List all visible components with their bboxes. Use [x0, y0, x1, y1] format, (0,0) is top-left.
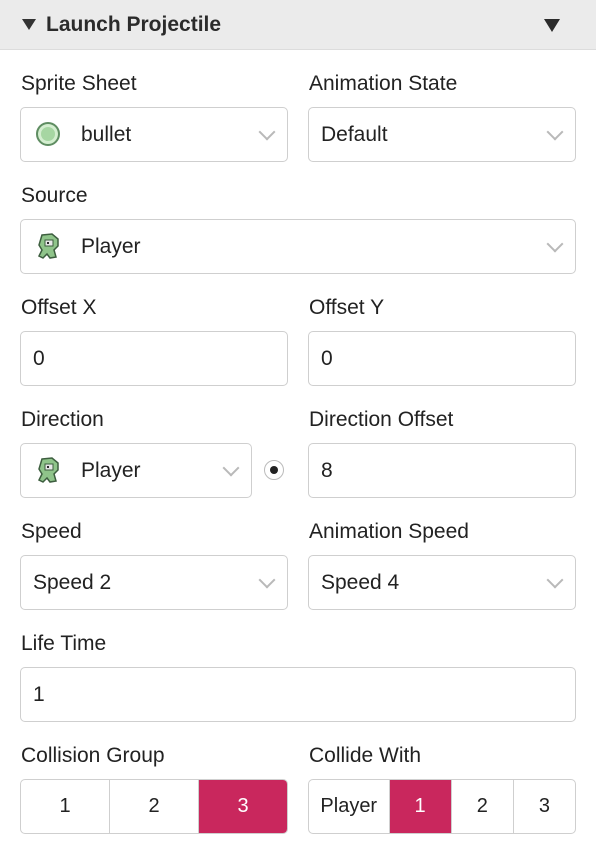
sprite-sheet-select[interactable]: bullet [20, 107, 288, 162]
offset-x-input[interactable]: 0 [20, 331, 288, 386]
direction-offset-input[interactable]: 8 [308, 443, 576, 498]
collision-group-segmented[interactable]: 1 2 3 [20, 779, 288, 834]
speed-value: Speed 2 [33, 571, 112, 594]
offset-x-value: 0 [33, 347, 45, 370]
source-select[interactable]: Player [20, 219, 576, 274]
collision-group-option-1[interactable]: 1 [21, 780, 109, 833]
direction-offset-label: Direction Offset [309, 408, 454, 431]
collide-with-label: Collide With [309, 744, 422, 767]
collision-group-option-3[interactable]: 3 [198, 780, 287, 833]
section-header[interactable]: Launch Projectile [0, 0, 596, 50]
section-menu-button[interactable] [540, 16, 564, 36]
chevron-down-icon [222, 459, 240, 477]
offset-y-input[interactable]: 0 [308, 331, 576, 386]
collision-group-label: Collision Group [21, 744, 165, 767]
bullet-sprite-icon [36, 122, 60, 146]
offset-x-label: Offset X [21, 296, 97, 319]
chevron-down-icon [546, 235, 564, 253]
source-label: Source [21, 184, 88, 207]
player-sprite-icon [37, 457, 59, 483]
collide-with-option-1[interactable]: 1 [388, 780, 451, 833]
life-time-input[interactable]: 1 [20, 667, 576, 722]
speed-select[interactable]: Speed 2 [20, 555, 288, 610]
collide-with-option-2[interactable]: 2 [450, 780, 513, 833]
speed-label: Speed [21, 520, 82, 543]
life-time-value: 1 [33, 683, 45, 706]
chevron-down-icon [546, 571, 564, 589]
direction-select[interactable]: Player [20, 443, 252, 498]
collapse-triangle-icon[interactable] [22, 19, 36, 30]
collide-with-segmented[interactable]: Player 1 2 3 [308, 779, 576, 834]
chevron-down-icon [258, 571, 276, 589]
chevron-down-icon [546, 123, 564, 141]
offset-y-value: 0 [321, 347, 333, 370]
collide-with-option-player[interactable]: Player [309, 780, 389, 833]
chevron-down-icon [258, 123, 276, 141]
direction-offset-value: 8 [321, 459, 333, 482]
direction-mode-radio[interactable] [264, 460, 284, 480]
animation-state-value: Default [321, 123, 388, 146]
animation-state-select[interactable]: Default [308, 107, 576, 162]
radio-selected-dot [270, 466, 278, 474]
animation-speed-value: Speed 4 [321, 571, 400, 594]
source-value: Player [81, 235, 141, 258]
collide-with-option-3[interactable]: 3 [512, 780, 575, 833]
animation-speed-label: Animation Speed [309, 520, 469, 543]
direction-label: Direction [21, 408, 104, 431]
triangle-down-icon [544, 19, 560, 32]
collision-group-option-2[interactable]: 2 [109, 780, 198, 833]
direction-value: Player [81, 459, 141, 482]
offset-y-label: Offset Y [309, 296, 385, 319]
section-title: Launch Projectile [46, 13, 222, 36]
life-time-label: Life Time [21, 632, 107, 655]
sprite-sheet-label: Sprite Sheet [21, 72, 137, 95]
sprite-sheet-value: bullet [81, 123, 132, 146]
animation-speed-select[interactable]: Speed 4 [308, 555, 576, 610]
player-sprite-icon [37, 233, 59, 259]
animation-state-label: Animation State [309, 72, 458, 95]
